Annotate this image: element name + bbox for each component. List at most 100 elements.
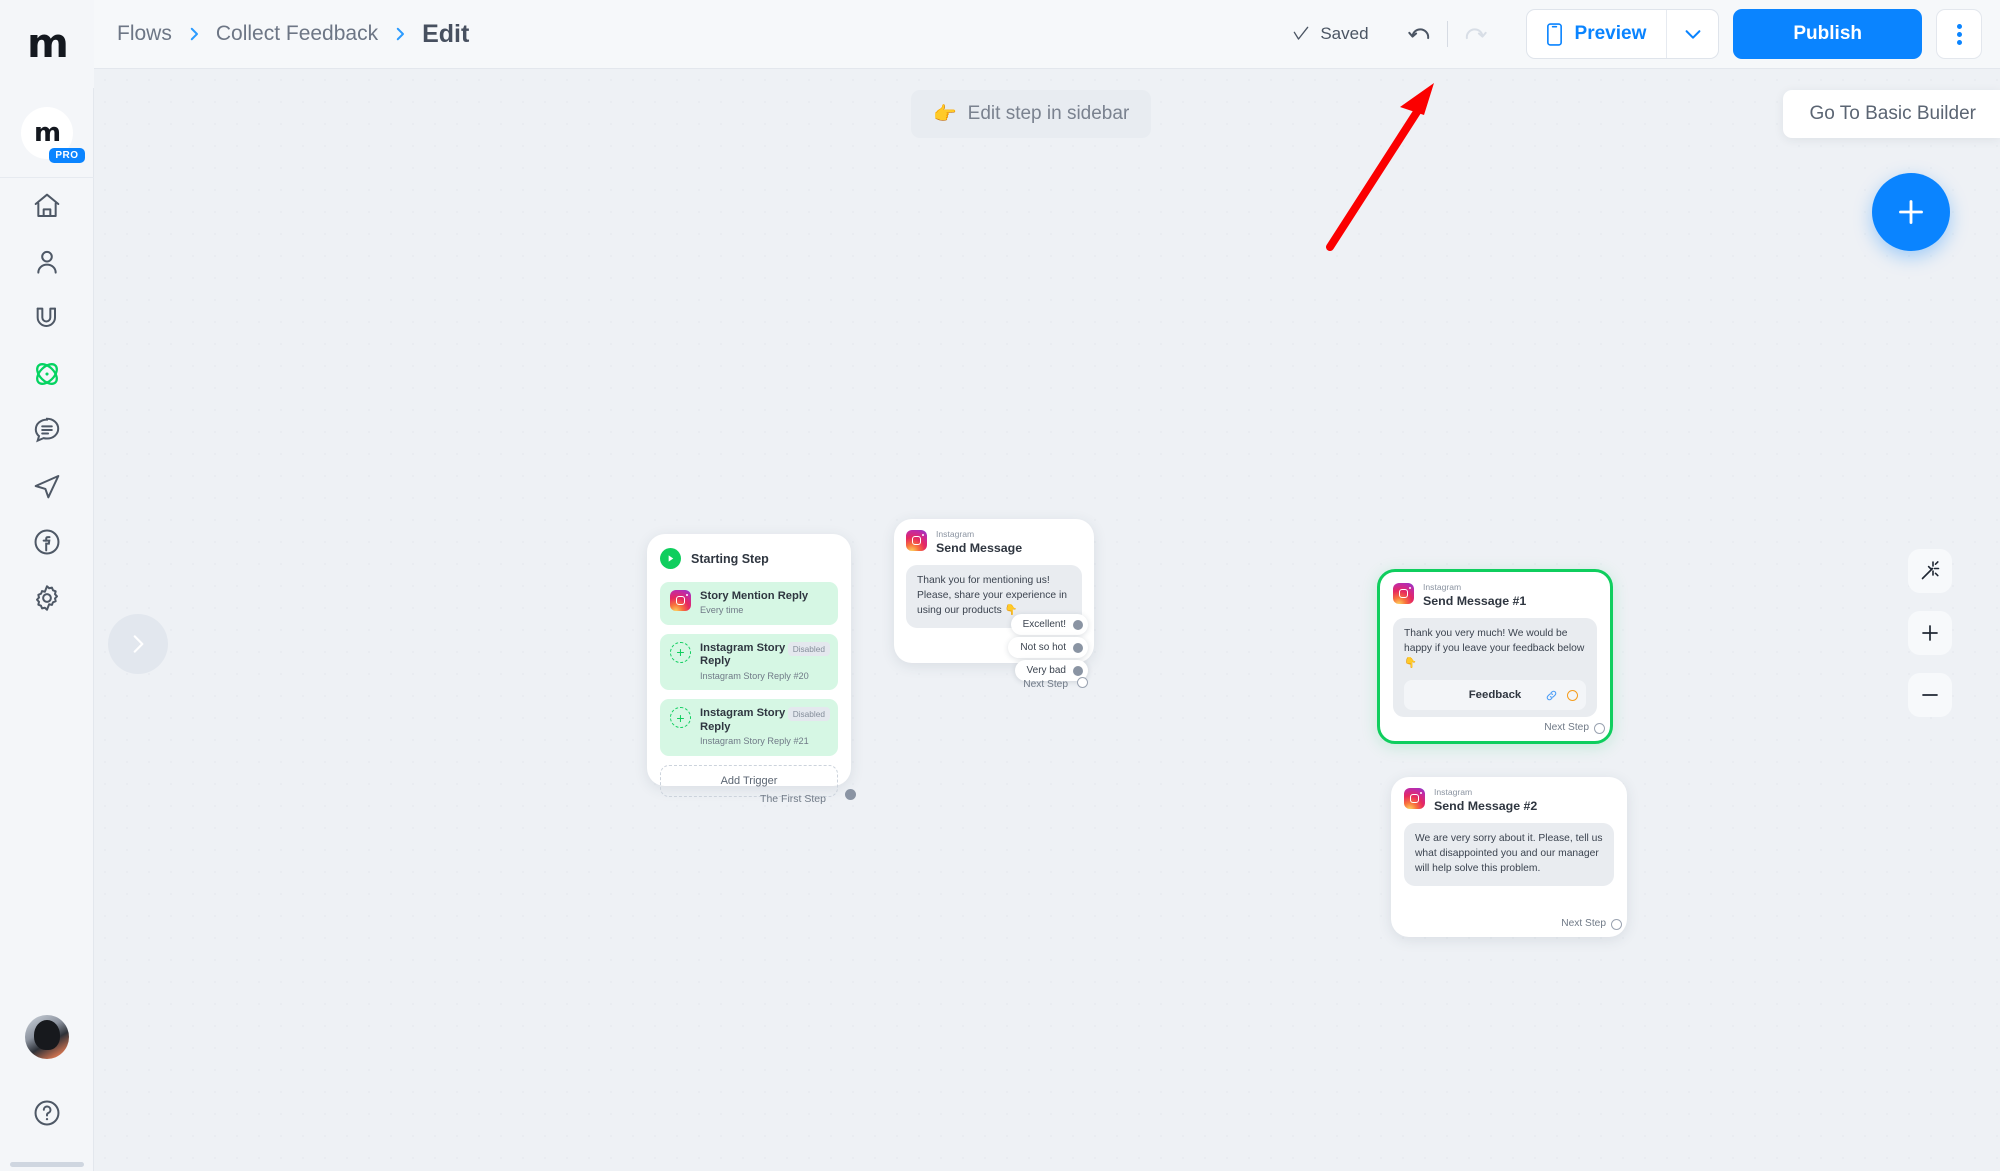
starting-step-label: Starting Step bbox=[691, 551, 769, 566]
sidebar-item-home[interactable] bbox=[0, 178, 94, 234]
workspace-pro-badge[interactable]: m PRO bbox=[0, 88, 94, 178]
sidebar-item-broadcast[interactable] bbox=[0, 458, 94, 514]
sidebar-item-facebook[interactable] bbox=[0, 514, 94, 570]
workspace-logo-glyph: m bbox=[33, 117, 61, 148]
quick-reply-very-bad[interactable]: Very bad bbox=[1014, 660, 1088, 681]
sidebar-item-live-chat[interactable] bbox=[0, 402, 94, 458]
avatar[interactable] bbox=[24, 1015, 69, 1059]
instagram-icon bbox=[670, 590, 691, 611]
magic-wand-icon bbox=[1921, 561, 1940, 580]
first-step-label: The First Step bbox=[760, 793, 826, 805]
redo-button[interactable] bbox=[1454, 13, 1496, 55]
mobile-icon bbox=[1546, 22, 1562, 46]
sidebar-item-flows[interactable] bbox=[0, 346, 94, 402]
check-icon bbox=[1294, 26, 1309, 40]
trigger-card-story-reply-20[interactable]: + Instagram Story Reply Instagram Story … bbox=[660, 633, 838, 691]
top-toolbar: Flows Collect Feedback Edit Saved Previe… bbox=[94, 0, 2000, 69]
link-icon bbox=[1546, 690, 1557, 700]
trigger-subtitle-3: Instagram Story Reply #21 bbox=[700, 736, 809, 747]
output-port-excellent[interactable] bbox=[1073, 619, 1083, 630]
settings-icon bbox=[35, 585, 58, 611]
edit-step-hint: 👉 Edit step in sidebar bbox=[911, 90, 1152, 138]
trigger-subtitle: Every time bbox=[700, 605, 744, 616]
trigger-subtitle-2: Instagram Story Reply #20 bbox=[700, 670, 809, 681]
trigger-title: Story Mention Reply bbox=[700, 590, 809, 602]
status-badge-disabled: Disabled bbox=[787, 641, 830, 656]
add-circle-icon-2: + bbox=[670, 707, 691, 729]
auto-layout-button[interactable] bbox=[1908, 549, 1952, 593]
preview-label: Preview bbox=[1574, 23, 1647, 44]
instagram-icon-msg2 bbox=[1404, 788, 1425, 809]
ring-icon bbox=[1567, 689, 1578, 701]
platform-label-1: Instagram bbox=[1423, 582, 1462, 592]
more-options-button[interactable] bbox=[1936, 9, 1982, 59]
publish-button[interactable]: Publish bbox=[1733, 9, 1922, 59]
instagram-icon-msg1 bbox=[1393, 583, 1414, 604]
undo-icon bbox=[1407, 28, 1429, 40]
node-title: Send Message bbox=[936, 540, 1023, 555]
help-icon bbox=[34, 1100, 59, 1126]
home-icon bbox=[34, 193, 59, 217]
output-port-very-bad[interactable] bbox=[1073, 665, 1083, 676]
plus-icon-zoom bbox=[1922, 625, 1938, 641]
instagram-glyph bbox=[676, 593, 688, 605]
quick-reply-label-2: Not so hot bbox=[1020, 642, 1066, 653]
output-port-not-so-hot[interactable] bbox=[1073, 642, 1083, 653]
node-starting-step[interactable]: Starting Step Story Mention Reply Every … bbox=[647, 534, 856, 805]
add-step-fab[interactable] bbox=[1872, 173, 1950, 251]
sidebar-item-automation[interactable] bbox=[0, 290, 94, 346]
next-step-label-2: Next Step bbox=[1561, 918, 1606, 929]
kebab-dot-3 bbox=[1956, 39, 1962, 45]
pro-label: PRO bbox=[49, 147, 85, 163]
automation-icon bbox=[36, 307, 56, 327]
platform-label-2: Instagram bbox=[1434, 787, 1473, 797]
chevron-right-icon bbox=[185, 25, 203, 43]
node-send-message-1[interactable]: Instagram Send Message #1 Thank you very… bbox=[1377, 569, 1613, 744]
add-trigger-button[interactable]: Add Trigger bbox=[660, 764, 838, 797]
instagram-glyph-3 bbox=[1399, 586, 1411, 598]
breadcrumb-item-collect-feedback[interactable]: Collect Feedback bbox=[216, 22, 378, 46]
sidebar-item-settings[interactable] bbox=[0, 570, 94, 626]
node-send-message-2[interactable]: Instagram Send Message #2 We are very so… bbox=[1391, 777, 1627, 937]
breadcrumb-item-flows[interactable]: Flows bbox=[117, 22, 172, 46]
quick-reply-not-so-hot[interactable]: Not so hot bbox=[1008, 637, 1088, 658]
sidebar-item-contacts[interactable] bbox=[0, 234, 94, 290]
plus-icon bbox=[1899, 200, 1923, 224]
expand-sidebar-button[interactable] bbox=[108, 614, 168, 674]
breadcrumb: Flows Collect Feedback Edit bbox=[117, 20, 469, 49]
instagram-glyph-2 bbox=[912, 533, 924, 545]
broadcast-icon bbox=[34, 475, 59, 499]
contacts-icon bbox=[36, 250, 57, 274]
app-logo[interactable]: m bbox=[0, 0, 94, 88]
add-circle-icon: + bbox=[670, 641, 691, 663]
feedback-button[interactable]: Feedback bbox=[1404, 679, 1586, 711]
msg2-header: Instagram Send Message #2 bbox=[1404, 787, 1614, 813]
sidebar-item-help[interactable] bbox=[0, 1085, 94, 1141]
instagram-icon-send bbox=[906, 530, 927, 551]
rail-scrollbar[interactable] bbox=[10, 1162, 84, 1167]
output-port-msg1[interactable] bbox=[1594, 723, 1605, 734]
go-to-basic-builder-button[interactable]: Go To Basic Builder bbox=[1783, 90, 2000, 138]
node-send-message[interactable]: Instagram Send Message Thank you for men… bbox=[894, 519, 1094, 690]
trigger-card-story-reply-21[interactable]: + Instagram Story Reply Instagram Story … bbox=[660, 699, 838, 756]
send-message-titles: Instagram Send Message bbox=[936, 529, 1023, 555]
quick-reply-label-1: Excellent! bbox=[1022, 619, 1066, 630]
quick-reply-excellent[interactable]: Excellent! bbox=[1010, 614, 1088, 635]
preview-button[interactable]: Preview bbox=[1527, 10, 1667, 58]
output-port-next-step[interactable] bbox=[1077, 677, 1088, 688]
flow-canvas[interactable]: 👉 Edit step in sidebar Go To Basic Build… bbox=[94, 69, 2000, 1171]
preview-dropdown-toggle[interactable] bbox=[1666, 10, 1718, 58]
chevron-right-icon-3 bbox=[133, 635, 144, 653]
output-port-msg2[interactable] bbox=[1611, 919, 1622, 930]
zoom-in-button[interactable] bbox=[1908, 611, 1952, 655]
msg1-bubble-text: Thank you very much! We would be happy i… bbox=[1404, 628, 1585, 669]
feedback-button-label: Feedback bbox=[1468, 688, 1522, 701]
left-nav-rail: m m PRO bbox=[0, 0, 94, 1171]
zoom-out-button[interactable] bbox=[1908, 673, 1952, 717]
trigger-card-story-mention[interactable]: Story Mention Reply Every time bbox=[660, 582, 838, 625]
undo-button[interactable] bbox=[1399, 13, 1441, 55]
output-port-first-step[interactable] bbox=[845, 789, 856, 800]
instagram-glyph-4 bbox=[1410, 791, 1422, 803]
minus-icon bbox=[1922, 694, 1938, 696]
trigger-texts: Story Mention Reply Every time bbox=[700, 590, 828, 617]
